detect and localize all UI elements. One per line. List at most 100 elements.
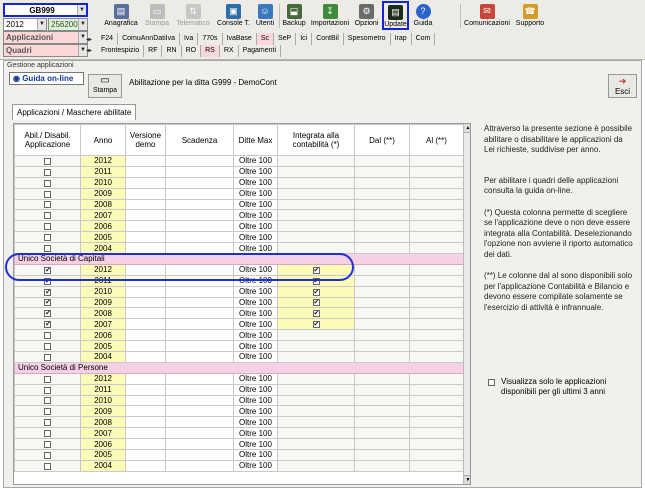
- al-cell[interactable]: [409, 459, 464, 472]
- al-cell[interactable]: [409, 383, 464, 396]
- tab-sep[interactable]: SeP: [274, 33, 297, 45]
- abil-checkbox[interactable]: [44, 430, 51, 438]
- al-cell[interactable]: [409, 285, 464, 298]
- al-cell[interactable]: [409, 187, 464, 200]
- guida-online-link[interactable]: ◉ Guida on-line: [9, 72, 84, 85]
- dal-cell[interactable]: [354, 296, 410, 309]
- tab-770s[interactable]: 770s: [198, 33, 223, 45]
- telematico-button[interactable]: ⇅ Telematico: [173, 1, 213, 30]
- al-cell[interactable]: [409, 307, 464, 320]
- tab-rs[interactable]: RS: [201, 45, 220, 57]
- abil-checkbox[interactable]: [44, 375, 51, 383]
- tab-spesometro[interactable]: Spesometro: [344, 33, 391, 45]
- tab-pagamenti[interactable]: Pagamenti: [239, 45, 282, 57]
- tab-f24[interactable]: F24: [97, 33, 119, 45]
- dal-cell[interactable]: [354, 329, 410, 342]
- integrata-checkbox[interactable]: ✔: [312, 266, 320, 274]
- al-cell[interactable]: [409, 176, 464, 189]
- dal-cell[interactable]: [354, 318, 410, 331]
- dal-cell[interactable]: [354, 209, 410, 222]
- update-button[interactable]: ▤ Update: [382, 1, 409, 30]
- quadri-combo[interactable]: Quadri ▼: [3, 44, 88, 57]
- dal-cell[interactable]: [354, 263, 410, 276]
- tab-rn[interactable]: RN: [162, 45, 182, 57]
- al-cell[interactable]: [409, 340, 464, 353]
- al-cell[interactable]: [409, 155, 464, 167]
- opzioni-button[interactable]: ⚙ Opzioni: [353, 1, 380, 30]
- dal-cell[interactable]: [354, 351, 410, 363]
- chevron-down-icon[interactable]: ▼: [78, 19, 87, 30]
- abil-checkbox[interactable]: ✔: [44, 277, 51, 285]
- dal-cell[interactable]: [354, 405, 410, 418]
- dal-cell[interactable]: [354, 285, 410, 298]
- abil-checkbox[interactable]: [44, 451, 51, 459]
- abil-checkbox[interactable]: [44, 234, 51, 242]
- abil-checkbox[interactable]: [44, 212, 51, 220]
- abil-checkbox[interactable]: ✔: [44, 299, 51, 307]
- tab-frontespizio[interactable]: Frontespizio: [97, 45, 145, 57]
- integrata-checkbox[interactable]: ✔: [312, 321, 320, 329]
- al-cell[interactable]: [409, 165, 464, 178]
- tab-comuanndatiiva[interactable]: ComuAnnDatiIva: [118, 33, 180, 45]
- dal-cell[interactable]: [354, 427, 410, 440]
- tab-applicazioni-maschere[interactable]: Applicazioni / Maschere abilitate: [12, 104, 137, 120]
- integrata-checkbox[interactable]: ✔: [312, 288, 320, 296]
- abil-checkbox[interactable]: [44, 157, 51, 165]
- abil-checkbox[interactable]: [44, 419, 51, 427]
- dal-cell[interactable]: [354, 449, 410, 461]
- abil-checkbox[interactable]: [44, 353, 51, 361]
- applicazioni-combo[interactable]: Applicazioni ▼: [3, 31, 88, 44]
- abil-checkbox[interactable]: [44, 223, 51, 231]
- supporto-button[interactable]: ☎ Supporto: [514, 1, 546, 30]
- al-cell[interactable]: [409, 198, 464, 211]
- abil-checkbox[interactable]: [44, 179, 51, 187]
- integrata-checkbox[interactable]: ✔: [312, 310, 320, 318]
- dal-cell[interactable]: [354, 220, 410, 233]
- al-cell[interactable]: [409, 274, 464, 287]
- abil-checkbox[interactable]: [44, 342, 51, 350]
- dal-cell[interactable]: [354, 307, 410, 320]
- abil-checkbox[interactable]: [44, 190, 51, 198]
- integrata-checkbox[interactable]: ✔: [312, 277, 320, 285]
- al-cell[interactable]: [409, 242, 464, 255]
- dal-cell[interactable]: [354, 383, 410, 396]
- dal-cell[interactable]: [354, 274, 410, 287]
- dal-cell[interactable]: [354, 340, 410, 353]
- dal-cell[interactable]: [354, 394, 410, 407]
- al-cell[interactable]: [409, 416, 464, 429]
- dal-cell[interactable]: [354, 187, 410, 200]
- al-cell[interactable]: [409, 220, 464, 233]
- tab-rx[interactable]: RX: [220, 45, 239, 57]
- dal-cell[interactable]: [354, 176, 410, 189]
- abil-checkbox[interactable]: [44, 168, 51, 176]
- al-cell[interactable]: [409, 405, 464, 418]
- tab-contbil[interactable]: ContBil: [312, 33, 344, 45]
- abil-checkbox[interactable]: ✔: [44, 321, 51, 329]
- year-combo[interactable]: 2012 ▼: [3, 18, 47, 31]
- abil-checkbox[interactable]: [44, 332, 51, 340]
- guida-button[interactable]: ? Guida: [411, 1, 435, 30]
- anagrafica-button[interactable]: ▤ Anagrafica: [101, 1, 141, 30]
- quadri-tabs-scroll-icon[interactable]: ◂▸: [83, 45, 95, 57]
- al-cell[interactable]: [409, 372, 464, 385]
- dal-cell[interactable]: [354, 242, 410, 255]
- dal-cell[interactable]: [354, 372, 410, 385]
- abil-checkbox[interactable]: [44, 386, 51, 394]
- dal-cell[interactable]: [354, 165, 410, 178]
- abil-checkbox[interactable]: ✔: [44, 266, 51, 274]
- scroll-up-icon[interactable]: ▲: [464, 124, 470, 133]
- stampa-panel-button[interactable]: ▭ Stampa: [88, 74, 122, 98]
- tab-ivabase[interactable]: IvaBase: [223, 33, 257, 45]
- al-cell[interactable]: [409, 209, 464, 222]
- dal-cell[interactable]: [354, 459, 410, 472]
- company-combo[interactable]: GB999 ▼: [3, 3, 88, 17]
- al-cell[interactable]: [409, 318, 464, 331]
- grid-scrollbar[interactable]: ▲ ▼: [463, 124, 470, 484]
- utenti-button[interactable]: ☺ Utenti: [253, 1, 277, 30]
- al-cell[interactable]: [409, 329, 464, 342]
- integrata-checkbox[interactable]: ✔: [312, 299, 320, 307]
- visualizza-option[interactable]: Visualizza solo le applicazioni disponib…: [486, 377, 636, 397]
- al-cell[interactable]: [409, 296, 464, 309]
- al-cell[interactable]: [409, 427, 464, 440]
- visualizza-checkbox[interactable]: [488, 379, 495, 386]
